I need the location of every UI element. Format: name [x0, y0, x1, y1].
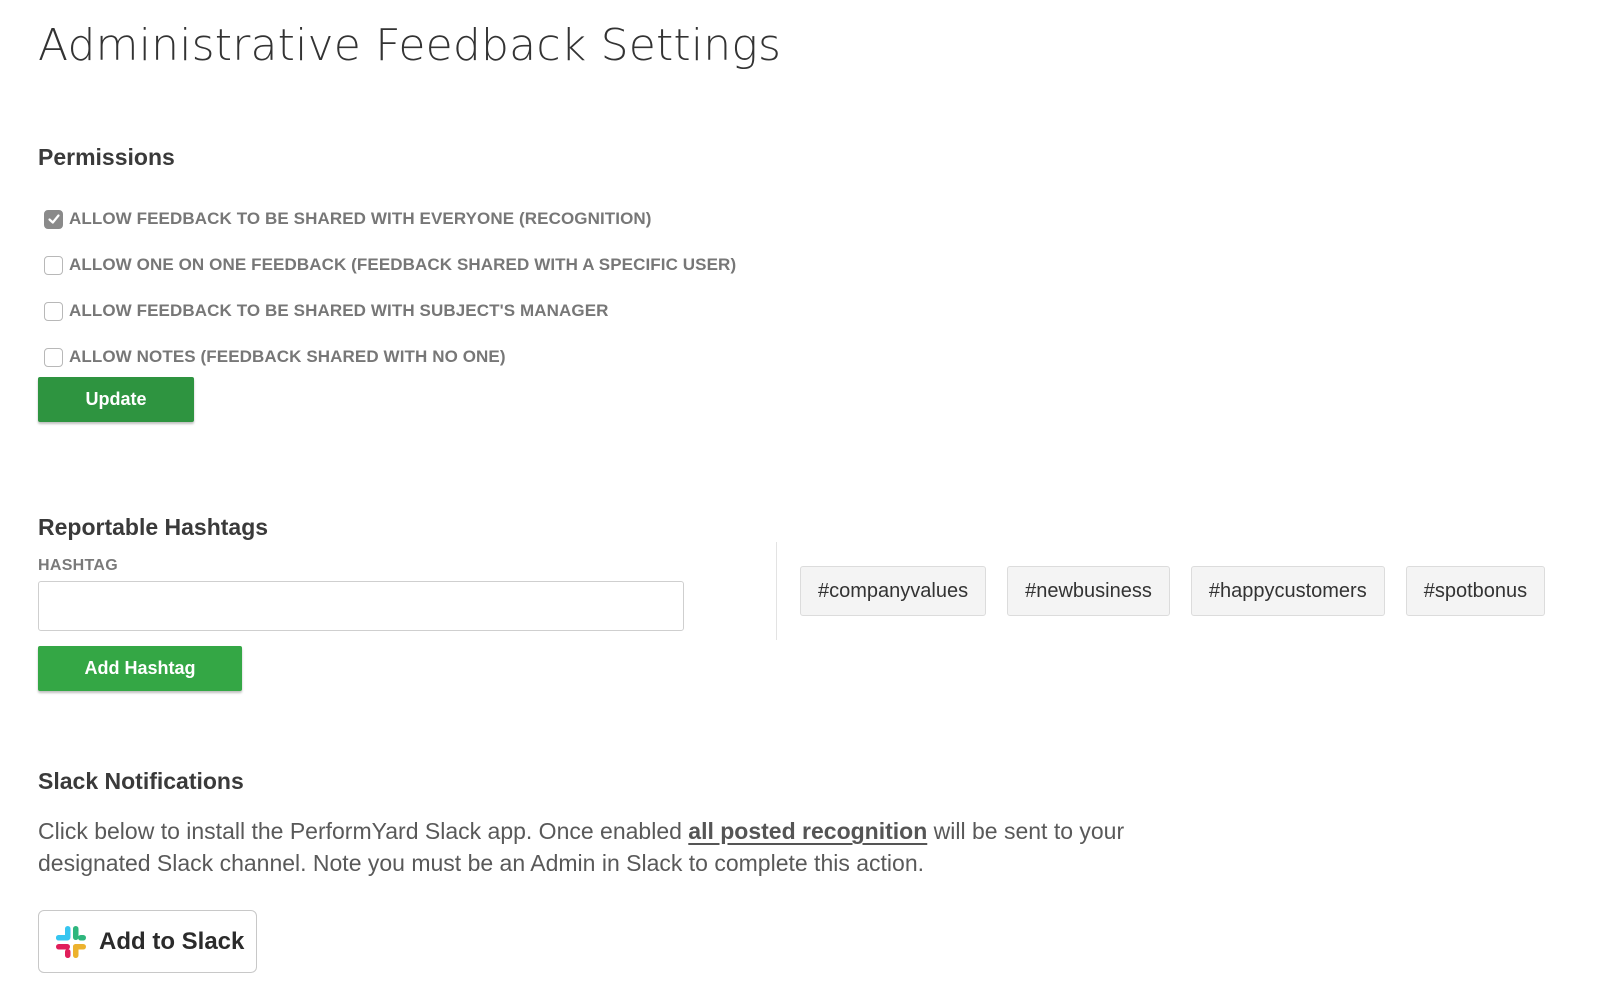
- hashtag-list: #companyvalues #newbusiness #happycustom…: [800, 566, 1566, 616]
- permissions-heading: Permissions: [38, 144, 175, 170]
- slack-description-text: Click below to install the PerformYard S…: [38, 818, 689, 844]
- slack-description: Click below to install the PerformYard S…: [38, 815, 1198, 879]
- reportable-hashtags-heading: Reportable Hashtags: [38, 514, 269, 540]
- permission-label[interactable]: ALLOW FEEDBACK TO BE SHARED WITH EVERYON…: [69, 209, 652, 229]
- add-hashtag-button[interactable]: Add Hashtag: [38, 646, 242, 691]
- permission-checkbox-manager[interactable]: [44, 301, 63, 321]
- slack-notifications-heading: Slack Notifications: [38, 768, 244, 794]
- permission-label[interactable]: ALLOW ONE ON ONE FEEDBACK (FEEDBACK SHAR…: [69, 255, 736, 275]
- hashtag-chip[interactable]: #spotbonus: [1405, 566, 1546, 616]
- permission-label[interactable]: ALLOW FEEDBACK TO BE SHARED WITH SUBJECT…: [69, 301, 609, 321]
- checkmark-icon: [47, 214, 60, 224]
- slack-logo-icon: [56, 925, 86, 958]
- permission-checkbox-one-on-one[interactable]: [44, 255, 63, 275]
- permission-checkbox-recognition[interactable]: [44, 209, 63, 229]
- update-button[interactable]: Update: [38, 377, 194, 422]
- permission-checkbox-notes[interactable]: [44, 347, 63, 367]
- section-divider: [776, 542, 777, 640]
- page-title: Administrative Feedback Settings: [38, 20, 782, 71]
- hashtag-chip[interactable]: #companyvalues: [800, 566, 987, 616]
- permission-label[interactable]: ALLOW NOTES (FEEDBACK SHARED WITH NO ONE…: [69, 347, 506, 367]
- permission-option-manager[interactable]: ALLOW FEEDBACK TO BE SHARED WITH SUBJECT…: [44, 288, 736, 334]
- permissions-list: ALLOW FEEDBACK TO BE SHARED WITH EVERYON…: [44, 196, 736, 380]
- permission-option-recognition[interactable]: ALLOW FEEDBACK TO BE SHARED WITH EVERYON…: [44, 196, 736, 242]
- add-to-slack-label: Add to Slack: [99, 927, 245, 955]
- add-to-slack-button[interactable]: Add to Slack: [38, 910, 257, 973]
- hashtag-input[interactable]: [38, 581, 684, 631]
- hashtag-chip[interactable]: #newbusiness: [1007, 566, 1170, 616]
- permission-option-notes[interactable]: ALLOW NOTES (FEEDBACK SHARED WITH NO ONE…: [44, 334, 736, 380]
- permission-option-one-on-one[interactable]: ALLOW ONE ON ONE FEEDBACK (FEEDBACK SHAR…: [44, 242, 736, 288]
- all-posted-recognition-link[interactable]: all posted recognition: [688, 818, 927, 844]
- hashtag-field-label: HASHTAG: [38, 557, 119, 574]
- hashtag-chip[interactable]: #happycustomers: [1190, 566, 1385, 616]
